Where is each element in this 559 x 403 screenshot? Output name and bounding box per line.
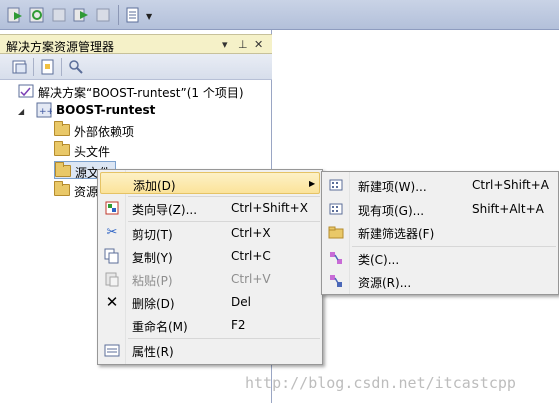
existing-item-icon	[328, 201, 344, 217]
close-icon[interactable]: ✕	[254, 38, 263, 51]
menu-item-label: 类向导(Z)...	[132, 203, 198, 217]
folder-icon	[328, 224, 344, 240]
menu-item-shortcut: Ctrl+Shift+A	[472, 178, 549, 192]
menu-item-label: 剪切(T)	[132, 228, 173, 242]
project-icon: ++	[36, 102, 54, 118]
delete-icon: ✕	[105, 293, 119, 311]
menu-item-shortcut: Shift+Alt+A	[472, 202, 544, 216]
menu-item-label: 属性(R)	[132, 345, 174, 359]
menu-item-label: 新建筛选器(F)	[358, 227, 435, 241]
menu-item-paste[interactable]: 粘贴(P) Ctrl+V	[100, 268, 320, 290]
menu-item-label: 删除(D)	[132, 297, 175, 311]
svg-text:++: ++	[39, 107, 52, 117]
run-icon[interactable]	[72, 6, 90, 24]
tree-item-label: 外部依赖项	[74, 125, 135, 139]
tree-item-label: 头文件	[74, 145, 111, 159]
watermark: http://blog.csdn.net/itcastcpp	[245, 374, 516, 392]
submenu-item-new-filter[interactable]: 新建筛选器(F)	[324, 221, 559, 243]
submenu-item-new-item[interactable]: 新建项(W)... Ctrl+Shift+A	[324, 174, 559, 196]
panel-toolbar-separator	[33, 58, 34, 76]
menu-item-properties[interactable]: 属性(R)	[100, 339, 320, 361]
context-menu: 添加(D) ▶ 类向导(Z)... Ctrl+Shift+X ✂ 剪切(T) C…	[97, 169, 323, 365]
class-wizard-icon	[104, 200, 120, 216]
properties-icon[interactable]	[124, 6, 142, 24]
menu-item-shortcut: Del	[231, 295, 251, 309]
cut-icon: ✂	[106, 225, 118, 240]
copy-icon	[104, 248, 120, 264]
project-label: BOOST-runtest	[56, 103, 156, 117]
menu-item-shortcut: F2	[231, 318, 246, 332]
pin-dropdown-icon[interactable]: ▾	[222, 38, 228, 51]
menu-item-cut[interactable]: ✂ 剪切(T) Ctrl+X	[100, 222, 320, 244]
properties-page-icon[interactable]	[40, 59, 56, 75]
menu-item-shortcut: Ctrl+Shift+X	[231, 201, 308, 215]
tree-item-label: 资源	[74, 185, 99, 199]
menu-item-shortcut: Ctrl+X	[231, 226, 271, 240]
tree-solution-node[interactable]: 解决方案“BOOST-runtest”(1 个项目)	[18, 82, 268, 100]
solution-icon	[18, 83, 34, 99]
folder-icon	[55, 162, 71, 177]
panel-title: 解决方案资源管理器	[6, 40, 115, 54]
submenu-item-existing-item[interactable]: 现有项(G)... Shift+Alt+A	[324, 198, 559, 220]
show-all-files-icon[interactable]	[12, 59, 28, 75]
menu-item-rename[interactable]: 重命名(M) F2	[100, 314, 320, 336]
resource-icon	[328, 273, 344, 289]
menu-item-class-wizard[interactable]: 类向导(Z)... Ctrl+Shift+X	[100, 197, 320, 219]
paste-icon	[104, 271, 120, 287]
submenu-arrow-icon: ▶	[309, 179, 316, 188]
submenu-item-resource[interactable]: 资源(R)...	[324, 270, 559, 292]
tree-item-external-deps[interactable]: 外部依赖项	[54, 121, 254, 139]
menu-item-label: 类(C)...	[358, 253, 400, 267]
submenu-item-class[interactable]: 类(C)...	[324, 247, 559, 269]
tree-item-header-files[interactable]: 头文件	[54, 141, 254, 159]
menu-item-label: 复制(Y)	[132, 251, 173, 265]
panel-toolbar-separator	[61, 58, 62, 76]
menu-item-label: 粘贴(P)	[132, 274, 173, 288]
solution-label: 解决方案“BOOST-runtest”(1 个项目)	[38, 86, 244, 100]
menu-item-label: 添加(D)	[133, 179, 176, 193]
menu-item-label: 新建项(W)...	[358, 180, 427, 194]
folder-icon	[54, 121, 70, 136]
stop-icon[interactable]	[94, 6, 112, 24]
menu-item-copy[interactable]: 复制(Y) Ctrl+C	[100, 245, 320, 267]
menu-item-delete[interactable]: ✕ 删除(D) Del	[100, 291, 320, 313]
panel-title-bar: 解决方案资源管理器 ▾ ⊥ ✕	[0, 34, 272, 54]
view-class-diagram-icon[interactable]	[68, 59, 84, 75]
folder-icon	[54, 141, 70, 156]
auto-hide-pin-icon[interactable]: ⊥	[238, 38, 248, 51]
new-item-icon	[328, 177, 344, 193]
build-icon[interactable]	[6, 6, 24, 24]
toolbar-separator	[118, 5, 119, 25]
clean-icon[interactable]	[50, 6, 68, 24]
ide-toolbar: ▼	[0, 0, 559, 30]
panel-toolbar	[0, 54, 272, 80]
menu-item-label: 资源(R)...	[358, 276, 412, 290]
menu-item-label: 现有项(G)...	[358, 204, 425, 218]
menu-item-shortcut: Ctrl+C	[231, 249, 271, 263]
project-expander-icon[interactable]: ◢	[18, 107, 24, 116]
menu-item-shortcut: Ctrl+V	[231, 272, 271, 286]
rebuild-icon[interactable]	[28, 6, 46, 24]
folder-icon	[54, 181, 70, 196]
menu-item-add[interactable]: 添加(D) ▶	[100, 172, 320, 194]
tree-project-node[interactable]: ++ BOOST-runtest	[36, 101, 266, 119]
properties-icon	[104, 342, 120, 358]
menu-item-label: 重命名(M)	[132, 320, 188, 334]
toolbar-overflow-icon[interactable]: ▼	[146, 12, 152, 21]
add-submenu: 新建项(W)... Ctrl+Shift+A 现有项(G)... Shift+A…	[321, 171, 559, 295]
class-icon	[328, 250, 344, 266]
